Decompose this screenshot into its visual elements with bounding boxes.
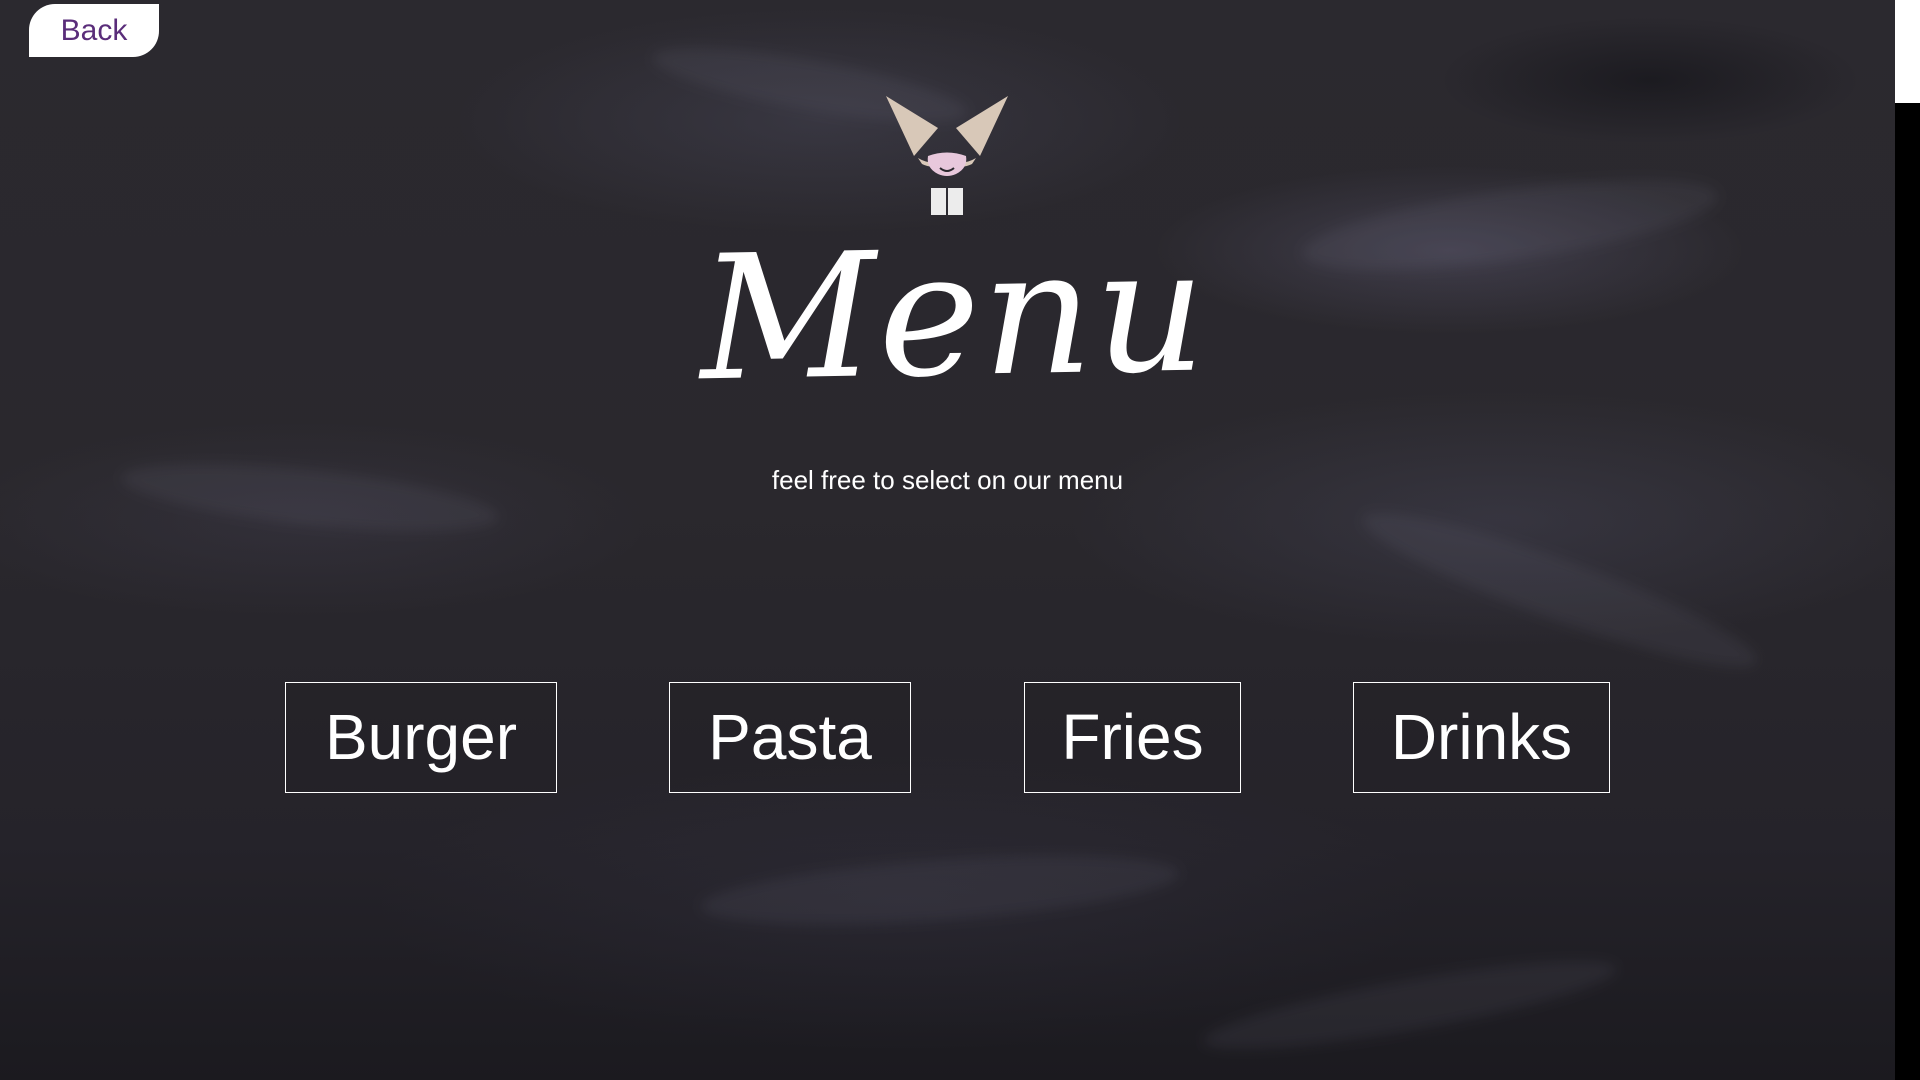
chalk-streak [698,843,1182,937]
page-title: Menu [698,209,1210,420]
chalk-streak [1297,161,1723,289]
burger-button[interactable]: Burger [285,682,557,793]
back-button[interactable]: Back [29,4,159,57]
cat-face-logo-icon [884,94,1010,218]
pasta-button[interactable]: Pasta [669,682,911,793]
drinks-button[interactable]: Drinks [1353,682,1610,793]
window-edge-strip [1895,0,1920,1080]
chalk-streak [1352,489,1768,691]
fries-button[interactable]: Fries [1024,682,1241,793]
window-edge-highlight [1895,0,1920,103]
page-subtitle: feel free to select on our menu [771,465,1124,495]
chalk-streak [118,450,502,545]
chalk-streak [1198,943,1622,1067]
